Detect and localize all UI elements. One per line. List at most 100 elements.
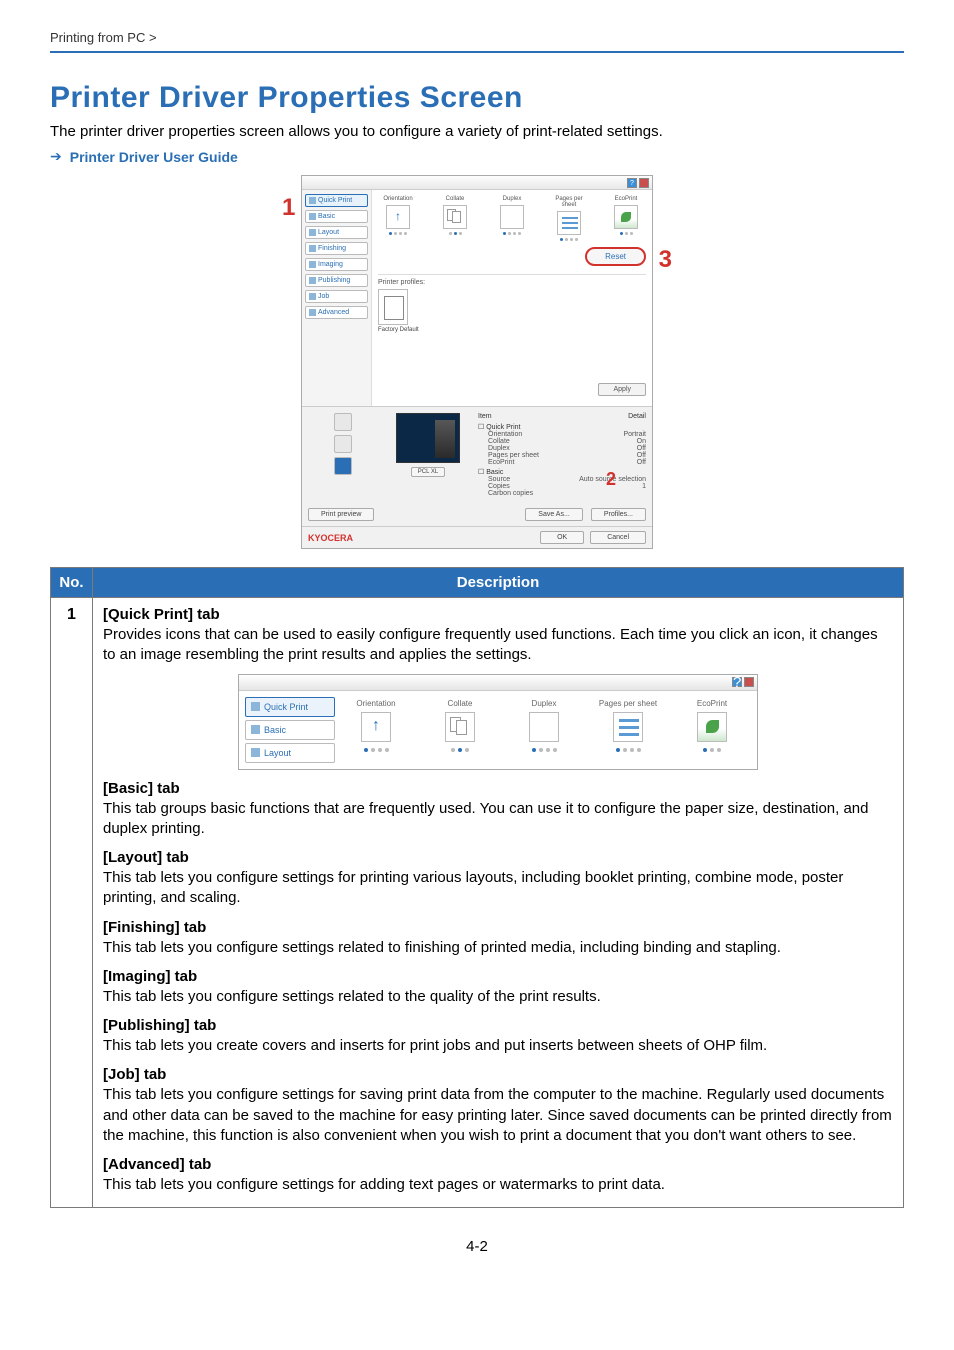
icon-label: Collate <box>435 196 475 202</box>
quick-print-title: [Quick Print] tab <box>103 606 893 623</box>
summary-key: Copies <box>488 483 510 490</box>
close-icon[interactable] <box>639 178 649 188</box>
finishing-icon <box>309 245 316 252</box>
layout-title: [Layout] tab <box>103 849 893 866</box>
tab-quick-print[interactable]: Quick Print <box>245 697 335 717</box>
factory-default-profile[interactable] <box>378 289 408 325</box>
duplex-icon[interactable] <box>529 712 559 742</box>
summary-key: Carbon copies <box>488 490 533 497</box>
job-title: [Job] tab <box>103 1066 893 1083</box>
advanced-desc: This tab lets you configure settings for… <box>103 1175 893 1195</box>
callout-1: 1 <box>282 196 295 220</box>
summary-val: Off <box>637 452 646 459</box>
preview-icon-2[interactable] <box>334 435 352 453</box>
tab-publishing[interactable]: Publishing <box>305 274 368 287</box>
summary-val: 1 <box>642 483 646 490</box>
guide-link[interactable]: ➔ Printer Driver User Guide <box>50 148 904 165</box>
profiles-label: Printer profiles: <box>378 279 646 286</box>
finishing-desc: This tab lets you configure settings rel… <box>103 938 893 958</box>
pages-per-sheet-icon[interactable] <box>613 712 643 742</box>
icon-label: Collate <box>425 699 495 708</box>
guide-link-label: Printer Driver User Guide <box>70 149 238 165</box>
layout-desc: This tab lets you configure settings for… <box>103 868 893 909</box>
page-title: Printer Driver Properties Screen <box>50 81 904 115</box>
dialog-titlebar: ? <box>302 176 652 190</box>
icon-label: Orientation <box>378 196 418 202</box>
reset-button[interactable]: Reset <box>585 247 646 266</box>
layout-icon <box>251 748 260 757</box>
row-no: 1 <box>51 598 93 1208</box>
factory-default-label: Factory Default <box>378 327 646 333</box>
tab-label: Publishing <box>318 277 350 284</box>
tab-layout[interactable]: Layout <box>305 226 368 239</box>
help-icon[interactable]: ? <box>627 178 637 188</box>
ecoprint-icon[interactable] <box>697 712 727 742</box>
close-icon[interactable] <box>744 677 754 687</box>
tab-label: Job <box>318 293 329 300</box>
page-number: 4-2 <box>50 1238 904 1255</box>
tab-list: Quick Print Basic Layout Finishing Imagi… <box>302 190 372 406</box>
row-desc: [Quick Print] tab Provides icons that ca… <box>93 598 904 1208</box>
orientation-icon[interactable] <box>361 712 391 742</box>
tab-label: Basic <box>318 213 335 220</box>
tab-label: Quick Print <box>318 197 352 204</box>
pages-per-sheet-icon[interactable] <box>557 211 581 235</box>
summary-val: Off <box>637 445 646 452</box>
col-no: No. <box>51 568 93 598</box>
tab-quick-print[interactable]: Quick Print <box>305 194 368 207</box>
icon-label: Pages per sheet <box>593 699 663 708</box>
summary-key: Pages per sheet <box>488 452 539 459</box>
profiles-button[interactable]: Profiles... <box>591 508 646 521</box>
collate-icon[interactable] <box>445 712 475 742</box>
summary-table: ItemDetail ☐ Quick Print OrientationPort… <box>478 413 646 497</box>
help-icon[interactable]: ? <box>732 677 742 687</box>
finishing-title: [Finishing] tab <box>103 919 893 936</box>
pcl-button[interactable]: PCL XL <box>411 467 445 477</box>
tab-label: Layout <box>264 748 291 758</box>
quick-print-screenshot: ? Quick Print Basic Layout Orientation <box>238 674 758 770</box>
quick-print-icon <box>309 197 316 204</box>
tab-layout[interactable]: Layout <box>245 743 335 763</box>
summary-val: Off <box>637 459 646 466</box>
tab-basic[interactable]: Basic <box>245 720 335 740</box>
tab-label: Advanced <box>318 309 349 316</box>
col-description: Description <box>93 568 904 598</box>
orientation-icon[interactable] <box>386 205 410 229</box>
preview-icon-3[interactable] <box>334 457 352 475</box>
apply-button[interactable]: Apply <box>598 383 646 396</box>
icon-label: EcoPrint <box>606 196 646 202</box>
icon-label: Duplex <box>492 196 532 202</box>
summary-key: Source <box>488 476 510 483</box>
print-preview-button[interactable]: Print preview <box>308 508 374 521</box>
intro-text: The printer driver properties screen all… <box>50 123 904 140</box>
preview-icon-1[interactable] <box>334 413 352 431</box>
callout-2: 2 <box>606 470 616 488</box>
collate-icon[interactable] <box>443 205 467 229</box>
publishing-title: [Publishing] tab <box>103 1017 893 1034</box>
cancel-button[interactable]: Cancel <box>590 531 646 544</box>
summary-key: EcoPrint <box>488 459 514 466</box>
advanced-icon <box>309 309 316 316</box>
summary-key: Collate <box>488 438 510 445</box>
publishing-icon <box>309 277 316 284</box>
tab-finishing[interactable]: Finishing <box>305 242 368 255</box>
printer-thumbnail <box>396 413 460 463</box>
quick-print-desc: Provides icons that can be used to easil… <box>103 625 893 666</box>
job-icon <box>309 293 316 300</box>
save-as-button[interactable]: Save As... <box>525 508 583 521</box>
tab-basic[interactable]: Basic <box>305 210 368 223</box>
ecoprint-icon[interactable] <box>614 205 638 229</box>
brand-logo: KYOCERA <box>308 533 353 543</box>
tab-imaging[interactable]: Imaging <box>305 258 368 271</box>
tab-advanced[interactable]: Advanced <box>305 306 368 319</box>
duplex-icon[interactable] <box>500 205 524 229</box>
basic-icon <box>251 725 260 734</box>
job-desc: This tab lets you configure settings for… <box>103 1085 893 1146</box>
ok-button[interactable]: OK <box>540 531 584 544</box>
basic-desc: This tab groups basic functions that are… <box>103 799 893 840</box>
properties-dialog: 1 3 ? Quick Print Basic Layout Finishing… <box>301 175 653 549</box>
tab-label: Layout <box>318 229 339 236</box>
summary-key: Orientation <box>488 431 522 438</box>
summary-val: Portrait <box>623 431 646 438</box>
tab-job[interactable]: Job <box>305 290 368 303</box>
